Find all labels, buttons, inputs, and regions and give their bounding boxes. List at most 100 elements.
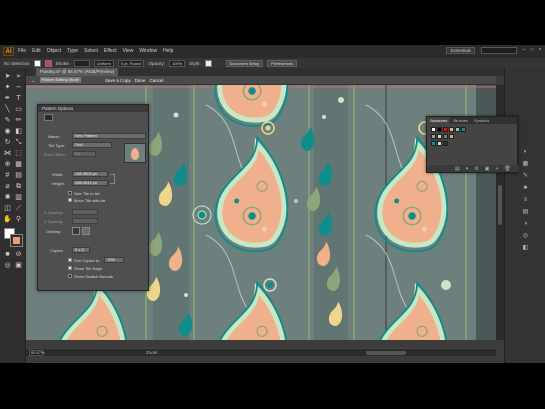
menu-effect[interactable]: Effect: [104, 48, 117, 54]
move-tile-checkbox[interactable]: [68, 198, 72, 202]
done-button[interactable]: Done: [135, 78, 146, 83]
help-search-input[interactable]: [481, 47, 517, 54]
overlap-right-icon[interactable]: [82, 227, 90, 235]
color-swatch[interactable]: [431, 134, 436, 139]
brushes-panel-icon[interactable]: ✎: [521, 172, 530, 181]
menu-view[interactable]: View: [123, 48, 134, 54]
zoom-field[interactable]: 66.67%: [29, 350, 45, 356]
stroke-profile-select[interactable]: Uniform: [93, 59, 114, 67]
menu-help[interactable]: Help: [163, 48, 173, 54]
show-swatch-bounds-checkbox[interactable]: [68, 274, 72, 278]
graphic-style-swatch[interactable]: [204, 59, 212, 67]
mesh-tool-icon[interactable]: #: [3, 171, 12, 180]
menu-window[interactable]: Window: [139, 48, 157, 54]
layers-panel-icon[interactable]: ◧: [521, 244, 530, 253]
show-tile-edge-checkbox[interactable]: [68, 266, 72, 270]
horizontal-scroll-thumb[interactable]: [366, 351, 406, 355]
minimize-icon[interactable]: –: [521, 47, 527, 53]
document-setup-button[interactable]: Document Setup: [225, 59, 264, 67]
paintbrush-tool-icon[interactable]: ✎: [3, 116, 12, 125]
stroke-color-icon[interactable]: [10, 234, 23, 247]
brick-offset-select[interactable]: 1/2: [72, 151, 96, 157]
line-tool-icon[interactable]: ╲: [3, 105, 12, 114]
lasso-tool-icon[interactable]: ∽: [14, 83, 23, 92]
tile-tool-icon[interactable]: [44, 114, 53, 121]
menu-object[interactable]: Object: [47, 48, 61, 54]
screen-mode-icon[interactable]: ▣: [14, 261, 23, 270]
symbol-sprayer-tool-icon[interactable]: ✺: [3, 193, 12, 202]
color-swatch[interactable]: [443, 127, 448, 132]
stroke-color-swatch[interactable]: [44, 59, 52, 67]
width-tool-icon[interactable]: ⋈: [3, 149, 12, 158]
color-swatch[interactable]: [431, 127, 436, 132]
tab-symbols[interactable]: Symbols: [471, 117, 492, 124]
selection-tool-icon[interactable]: ➤: [3, 72, 12, 81]
perspective-grid-tool-icon[interactable]: ▦: [14, 160, 23, 169]
zoom-tool-icon[interactable]: ⚲: [14, 215, 23, 224]
h-spacing-input[interactable]: [72, 209, 98, 215]
stroke-weight-field[interactable]: [73, 59, 90, 67]
swatch-libraries-icon[interactable]: ▤: [455, 166, 460, 172]
free-transform-tool-icon[interactable]: ⬚: [14, 149, 23, 158]
magic-wand-tool-icon[interactable]: ✦: [3, 83, 12, 92]
tab-swatches[interactable]: Swatches: [427, 117, 451, 124]
pen-tool-icon[interactable]: ✒: [3, 94, 12, 103]
color-swatch[interactable]: [437, 127, 442, 132]
direct-selection-tool-icon[interactable]: ➢: [14, 72, 23, 81]
workspace-switcher[interactable]: Essentials: [446, 47, 475, 54]
color-swatch[interactable]: [431, 141, 436, 146]
document-tab[interactable]: Paisley.ai* @ 66.67% (RGB/Preview): [36, 68, 119, 76]
scale-tool-icon[interactable]: ⤡: [14, 138, 23, 147]
height-input[interactable]: 288.5942 px: [72, 180, 108, 186]
dim-copies-checkbox[interactable]: [68, 258, 72, 262]
swatches-panel-icon[interactable]: ▦: [521, 160, 530, 169]
pencil-tool-icon[interactable]: ✏: [14, 116, 23, 125]
eyedropper-tool-icon[interactable]: ⌀: [3, 182, 12, 191]
pattern-name-input[interactable]: New Pattern: [72, 133, 146, 139]
tab-brushes[interactable]: Brushes: [450, 117, 471, 124]
delete-swatch-icon[interactable]: 🗑: [504, 166, 510, 172]
color-mode-icon[interactable]: ■: [3, 250, 12, 259]
new-color-group-icon[interactable]: ▣: [485, 166, 490, 172]
color-swatch[interactable]: [449, 134, 454, 139]
hand-tool-icon[interactable]: ✋: [3, 215, 12, 224]
overlap-left-icon[interactable]: [72, 227, 80, 235]
v-spacing-input[interactable]: [72, 218, 98, 224]
fill-color-swatch[interactable]: [33, 59, 41, 67]
color-swatch[interactable]: [449, 127, 454, 132]
gradient-tool-icon[interactable]: ▤: [14, 171, 23, 180]
draw-mode-icon[interactable]: ◎: [3, 261, 12, 270]
blob-brush-tool-icon[interactable]: ◉: [3, 127, 12, 136]
back-arrow-icon[interactable]: ←: [31, 78, 36, 83]
menu-edit[interactable]: Edit: [32, 48, 41, 54]
save-copy-button[interactable]: Save a Copy: [105, 78, 131, 83]
eraser-tool-icon[interactable]: ◧: [14, 127, 23, 136]
maximize-icon[interactable]: □: [529, 47, 535, 53]
show-kinds-icon[interactable]: ▾: [466, 166, 469, 172]
artboard-tool-icon[interactable]: ◫: [3, 204, 12, 213]
swatch-options-icon[interactable]: ⚙: [474, 166, 478, 172]
cancel-button[interactable]: Cancel: [149, 78, 163, 83]
opacity-field[interactable]: 100%: [169, 59, 186, 67]
rectangle-tool-icon[interactable]: ▭: [14, 105, 23, 114]
menu-select[interactable]: Select: [84, 48, 98, 54]
color-swatch[interactable]: [455, 127, 460, 132]
menu-file[interactable]: File: [18, 48, 26, 54]
slice-tool-icon[interactable]: ⟋: [14, 204, 23, 213]
stroke-panel-icon[interactable]: ≡: [521, 196, 530, 205]
color-swatch[interactable]: [437, 134, 442, 139]
color-swatch[interactable]: [461, 127, 466, 132]
rotate-tool-icon[interactable]: ↻: [3, 138, 12, 147]
preferences-button[interactable]: Preferences: [267, 59, 297, 67]
menu-type[interactable]: Type: [67, 48, 78, 54]
symbols-panel-icon[interactable]: ♣: [521, 184, 530, 193]
shape-builder-tool-icon[interactable]: ⊕: [3, 160, 12, 169]
column-graph-tool-icon[interactable]: ▥: [14, 193, 23, 202]
color-swatch[interactable]: [443, 134, 448, 139]
dim-copies-select[interactable]: 70%: [104, 257, 124, 263]
size-tile-checkbox[interactable]: [68, 191, 72, 195]
copies-select[interactable]: 3 x 3: [72, 247, 90, 253]
type-tool-icon[interactable]: T: [14, 94, 23, 103]
vertical-scroll-thumb[interactable]: [498, 185, 502, 225]
blend-tool-icon[interactable]: ⧉: [14, 182, 23, 191]
